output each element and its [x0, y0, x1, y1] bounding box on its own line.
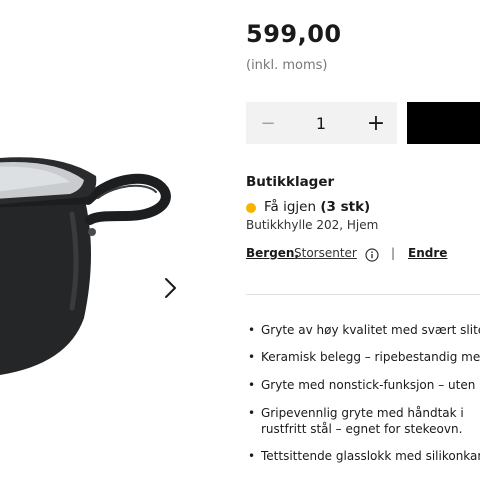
selected-store: Bergen, Storsenter | Endre: [246, 246, 480, 266]
stock-count: (3 stk): [320, 199, 371, 215]
product-page: 599,00 (inkl. moms) − + Butikklager Få i…: [0, 0, 480, 480]
info-icon[interactable]: [365, 248, 379, 262]
shelf-location: Butikkhylle 202, Hjem: [246, 218, 379, 232]
increase-quantity-button[interactable]: +: [356, 102, 396, 144]
product-info: 599,00 (inkl. moms) − + Butikklager Få i…: [246, 0, 480, 480]
store-stock-heading: Butikklager: [246, 174, 335, 190]
feature-item: • Keramisk belegg – ripebestandig med: [248, 350, 480, 364]
feature-item: • Tettsittende glasslokk med silikonkant.: [248, 449, 480, 463]
feature-item: •Gryte av høy kvalitet med svært slitest…: [248, 323, 480, 337]
decrease-quantity-button[interactable]: −: [248, 102, 288, 144]
store-name-link[interactable]: Storsenter: [294, 246, 357, 260]
feature-item: • Gripevennlig gryte med håndtak i rustfr…: [248, 406, 464, 436]
store-city-link[interactable]: Bergen,: [246, 246, 299, 260]
product-image: [0, 157, 171, 375]
product-price: 599,00: [246, 20, 342, 48]
stock-status-label: Få igjen: [264, 199, 317, 215]
add-to-cart-button[interactable]: [407, 102, 480, 144]
feature-item: • Gryte med nonstick-funksjon – uten pe: [248, 378, 480, 392]
separator: |: [391, 246, 396, 260]
quantity-input[interactable]: [296, 102, 346, 144]
vat-note: (inkl. moms): [246, 58, 328, 73]
stock-status: Få igjen (3 stk): [264, 199, 370, 215]
divider: [246, 294, 480, 295]
change-store-link[interactable]: Endre: [408, 246, 447, 260]
quantity-stepper: − +: [246, 102, 397, 144]
stock-status-dot-icon: [246, 203, 256, 213]
product-image-area: [0, 0, 200, 480]
next-image-chevron-right-icon[interactable]: [158, 274, 182, 302]
